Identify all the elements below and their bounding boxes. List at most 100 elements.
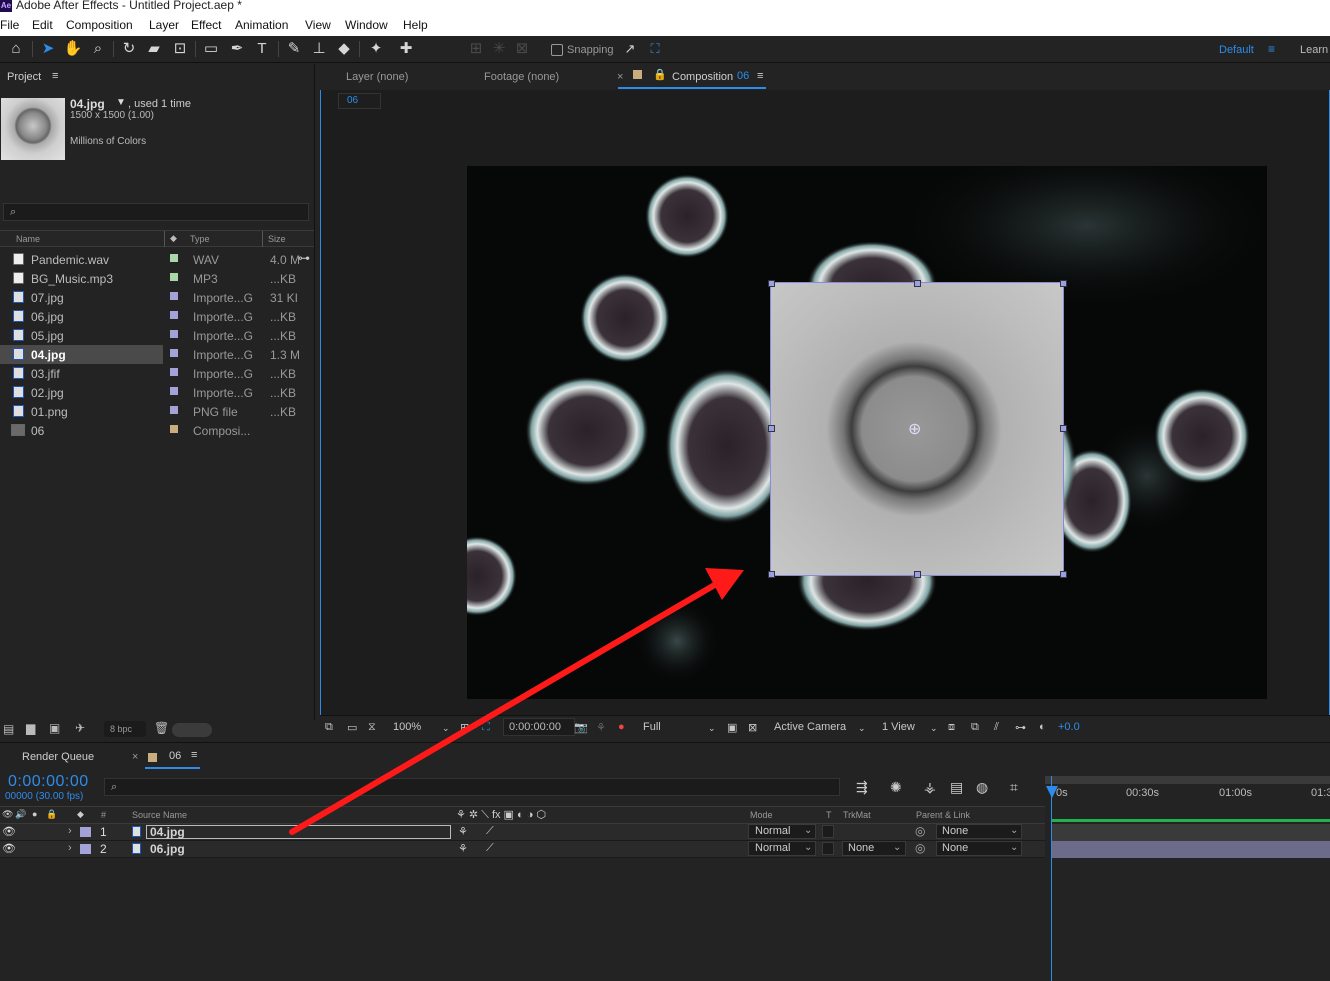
camera-tool-icon[interactable]: ▰: [144, 39, 164, 59]
transform-handle[interactable]: [768, 571, 775, 578]
transparency-grid-icon[interactable]: ⊠: [748, 721, 757, 734]
home-icon[interactable]: ⌂: [6, 39, 26, 59]
label-color-swatch[interactable]: [170, 311, 178, 319]
eye-icon[interactable]: 👁: [2, 842, 16, 855]
puppet-pin-tool-icon[interactable]: ✚: [396, 39, 416, 59]
type-tool-icon[interactable]: T: [252, 39, 272, 59]
fast-previews-icon[interactable]: ▣: [727, 721, 737, 734]
usage-dropdown-icon[interactable]: ▼: [116, 97, 126, 108]
label-color-swatch[interactable]: [170, 254, 178, 262]
project-panel-menu-icon[interactable]: ≡: [52, 70, 58, 82]
menu-effect[interactable]: Effect: [191, 18, 221, 32]
label-color-swatch[interactable]: [170, 387, 178, 395]
chevron-down-icon[interactable]: ⌄: [1010, 842, 1018, 853]
chevron-down-icon[interactable]: ⌄: [930, 723, 938, 734]
roto-brush-tool-icon[interactable]: ✦: [366, 39, 386, 59]
comp-mini-flowchart-icon[interactable]: ⇶: [856, 779, 868, 796]
label-color-swatch[interactable]: [170, 330, 178, 338]
lock-icon[interactable]: 🔒: [46, 809, 57, 820]
grid-toggle-icon[interactable]: ⊞: [460, 721, 469, 734]
expand-chevron-icon[interactable]: ›: [68, 825, 72, 837]
viewer-timecode[interactable]: 0:00:00:00: [509, 721, 561, 733]
label-tag-icon[interactable]: ◆: [170, 233, 177, 244]
shy-switch-icon[interactable]: ⚘: [458, 842, 468, 855]
project-item[interactable]: 06 Composi...: [0, 421, 314, 440]
chevron-down-icon[interactable]: ⌄: [442, 723, 450, 734]
workspace-learn[interactable]: Learn: [1300, 44, 1328, 56]
project-item[interactable]: 07.jpg Importe...G 31 KI: [0, 288, 314, 307]
column-mode[interactable]: Mode: [750, 810, 773, 820]
toggle-pixel-aspect-icon[interactable]: ⧈: [948, 721, 955, 734]
lock-icon[interactable]: 🔒: [653, 68, 667, 81]
transform-handle[interactable]: [1060, 425, 1067, 432]
audio-icon[interactable]: 🔊: [15, 809, 26, 820]
anchor-point-icon[interactable]: ⊕: [908, 419, 921, 439]
eye-icon[interactable]: 👁: [2, 825, 16, 838]
hand-tool-icon[interactable]: ✋: [63, 39, 83, 59]
eraser-tool-icon[interactable]: ◆: [334, 39, 354, 59]
expand-chevron-icon[interactable]: ›: [68, 842, 72, 854]
transform-handle[interactable]: [914, 571, 921, 578]
viewer-menu-icon[interactable]: ≡: [757, 70, 763, 82]
delete-icon[interactable]: 🗑: [154, 721, 169, 735]
label-color-swatch[interactable]: [170, 406, 178, 414]
pan-behind-tool-icon[interactable]: ⊡: [170, 39, 190, 59]
layer-name[interactable]: 04.jpg: [150, 825, 185, 839]
column-size[interactable]: Size: [268, 234, 286, 244]
zoom-tool-icon[interactable]: ⌕: [88, 39, 108, 59]
timeline-menu-icon[interactable]: ≡: [191, 749, 197, 761]
snap-edges-icon[interactable]: ↗: [620, 39, 640, 59]
menu-edit[interactable]: Edit: [32, 18, 53, 32]
label-color-swatch[interactable]: [170, 292, 178, 300]
eye-icon[interactable]: 👁: [2, 809, 13, 820]
brush-tool-icon[interactable]: ✎: [284, 39, 304, 59]
world-axis-icon[interactable]: ✳: [489, 39, 509, 59]
layer-row-1[interactable]: 👁 › 1 04.jpg ⚘ ⟋ Normal ⌄ ◎ None ⌄: [0, 824, 1045, 841]
flowchart-icon[interactable]: ⊶: [298, 251, 310, 265]
label-color-swatch[interactable]: [170, 349, 178, 357]
transform-handle[interactable]: [1060, 280, 1067, 287]
rectangle-tool-icon[interactable]: ▭: [201, 39, 221, 59]
solo-icon[interactable]: ●: [32, 809, 37, 819]
menu-composition[interactable]: Composition: [66, 18, 133, 32]
layer-color-swatch[interactable]: [80, 844, 91, 854]
timeline-icon[interactable]: ⫽: [994, 721, 999, 734]
pick-whip-icon[interactable]: ◎: [915, 841, 925, 855]
transform-handle[interactable]: [1060, 571, 1067, 578]
3d-view-icon[interactable]: ⧉: [971, 721, 979, 734]
tab-composition-prefix[interactable]: Composition: [672, 71, 733, 83]
rotation-tool-icon[interactable]: ↻: [119, 39, 139, 59]
show-snapshot-icon[interactable]: ⚘: [596, 721, 606, 734]
chevron-down-icon[interactable]: ⌄: [1010, 825, 1018, 836]
always-preview-icon[interactable]: ⧉: [325, 721, 333, 734]
layer-name[interactable]: 06.jpg: [150, 842, 185, 856]
new-folder-icon[interactable]: ▆: [26, 721, 35, 735]
tab-composition-name[interactable]: 06: [737, 70, 749, 82]
chevron-down-icon[interactable]: ⌄: [804, 825, 812, 836]
quality-switch-icon[interactable]: ⟋: [486, 842, 494, 855]
project-item[interactable]: 02.jpg Importe...G ...KB: [0, 383, 314, 402]
menu-help[interactable]: Help: [403, 18, 428, 32]
label-tag-icon[interactable]: ◆: [77, 809, 84, 820]
comp-navigator-chip[interactable]: 06: [338, 93, 381, 109]
exposure-value[interactable]: +0.0: [1058, 721, 1080, 733]
column-type[interactable]: Type: [190, 234, 210, 244]
local-axis-icon[interactable]: ⊞: [466, 39, 486, 59]
close-tab-icon[interactable]: ×: [132, 751, 138, 763]
work-area-bar[interactable]: [1052, 819, 1330, 822]
label-color-swatch[interactable]: [170, 273, 178, 281]
project-item[interactable]: 03.jfif Importe...G ...KB: [0, 364, 314, 383]
view-axis-icon[interactable]: ⊠: [512, 39, 532, 59]
current-time-display[interactable]: 0:00:00:00: [8, 773, 89, 791]
layer-color-swatch[interactable]: [80, 827, 91, 837]
layer-duration-bar-1[interactable]: [1052, 824, 1330, 841]
menu-layer[interactable]: Layer: [149, 18, 179, 32]
column-preserve-transparency[interactable]: T: [826, 810, 832, 820]
tab-render-queue[interactable]: Render Queue: [22, 751, 94, 763]
tab-footage-viewer[interactable]: Footage (none): [484, 71, 559, 83]
chevron-down-icon[interactable]: ⌄: [708, 723, 716, 734]
project-item[interactable]: 01.png PNG file ...KB: [0, 402, 314, 421]
project-scrollbar[interactable]: [172, 723, 212, 737]
monitor-icon[interactable]: ▭: [347, 721, 357, 734]
layer-duration-bar-2[interactable]: [1052, 841, 1330, 858]
